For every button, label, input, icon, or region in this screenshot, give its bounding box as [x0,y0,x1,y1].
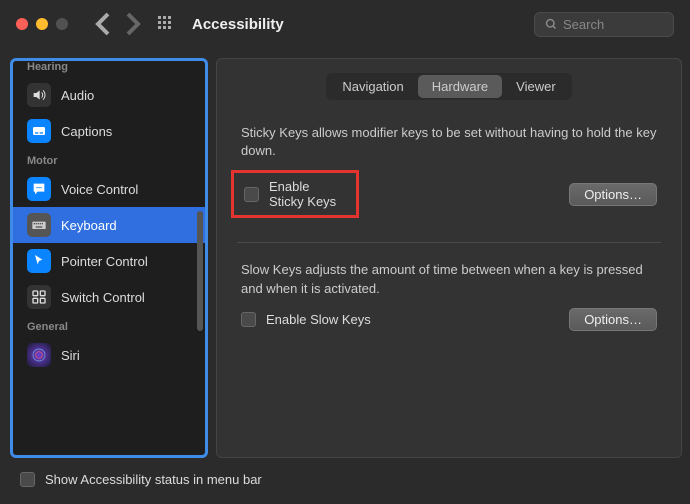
enable-slow-keys-label: Enable Slow Keys [266,312,371,327]
search-field[interactable]: Search [534,12,674,37]
sidebar-section-motor: Motor [13,149,205,171]
content-pane: Navigation Hardware Viewer Sticky Keys a… [216,58,682,458]
sidebar-scrollbar[interactable] [197,211,203,331]
siri-icon [27,343,51,367]
sidebar-item-voice-control[interactable]: Voice Control [13,171,205,207]
nav-arrows [92,12,144,36]
sidebar-item-keyboard[interactable]: Keyboard [13,207,205,243]
sidebar-item-pointer-control[interactable]: Pointer Control [13,243,205,279]
enable-slow-keys-checkbox[interactable] [241,312,256,327]
keyboard-icon [27,213,51,237]
tab-hardware[interactable]: Hardware [418,75,502,98]
tab-viewer[interactable]: Viewer [502,75,570,98]
show-status-menubar-checkbox[interactable] [20,472,35,487]
show-all-button[interactable] [158,16,174,32]
sticky-keys-options-button[interactable]: Options… [569,183,657,206]
audio-icon [27,83,51,107]
sidebar-item-label: Pointer Control [61,254,148,269]
switch-control-icon [27,285,51,309]
voice-control-icon [27,177,51,201]
sidebar-item-switch-control[interactable]: Switch Control [13,279,205,315]
search-placeholder: Search [563,17,604,32]
sidebar-item-label: Captions [61,124,112,139]
footer: Show Accessibility status in menu bar [0,458,690,501]
slow-keys-options-button[interactable]: Options… [569,308,657,331]
titlebar: Accessibility Search [0,0,690,48]
sidebar-section-general: General [13,315,205,337]
sidebar-item-captions[interactable]: Captions [13,113,205,149]
slow-keys-block: Slow Keys adjusts the amount of time bet… [217,261,681,348]
pointer-control-icon [27,249,51,273]
tab-navigation[interactable]: Navigation [328,75,417,98]
sidebar-item-siri[interactable]: Siri [13,337,205,373]
sidebar: Hearing Audio Captions Motor Voice Contr… [10,58,208,458]
sidebar-item-label: Switch Control [61,290,145,305]
back-button[interactable] [92,12,116,36]
enable-sticky-keys-label: Enable Sticky Keys [269,179,346,209]
sticky-keys-description: Sticky Keys allows modifier keys to be s… [241,124,657,160]
sidebar-item-label: Keyboard [61,218,117,233]
divider [237,242,661,243]
window-controls [16,18,68,30]
zoom-window-button[interactable] [56,18,68,30]
show-status-menubar-label: Show Accessibility status in menu bar [45,472,262,487]
captions-icon [27,119,51,143]
window-title: Accessibility [192,16,284,33]
minimize-window-button[interactable] [36,18,48,30]
sidebar-item-audio[interactable]: Audio [13,77,205,113]
sidebar-item-label: Voice Control [61,182,138,197]
tab-bar: Navigation Hardware Viewer [217,73,681,100]
close-window-button[interactable] [16,18,28,30]
forward-button[interactable] [120,12,144,36]
enable-sticky-keys-checkbox[interactable] [244,187,259,202]
search-icon [545,18,557,30]
sidebar-item-label: Siri [61,348,80,363]
sidebar-section-hearing: Hearing [13,61,205,77]
sticky-keys-block: Sticky Keys allows modifier keys to be s… [217,124,681,236]
slow-keys-description: Slow Keys adjusts the amount of time bet… [241,261,657,297]
highlight-box: Enable Sticky Keys [231,170,359,218]
sidebar-item-label: Audio [61,88,94,103]
